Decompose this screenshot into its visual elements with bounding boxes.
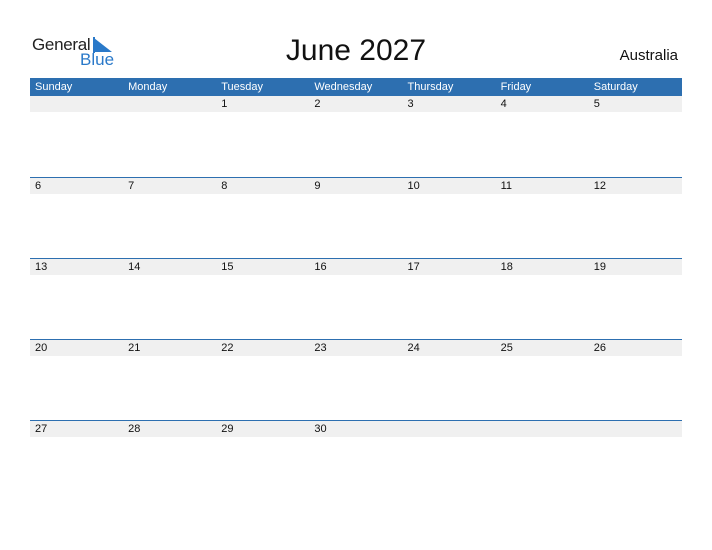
day-cell: 27 — [35, 423, 48, 435]
weekday-tuesday: Tuesday — [221, 81, 264, 93]
day-cell: 23 — [314, 342, 327, 354]
day-cell — [403, 421, 496, 437]
day-cell: 16 — [314, 261, 327, 273]
day-cell: 6 — [35, 180, 42, 192]
day-cell: 4 — [500, 98, 507, 110]
weekday-friday: Friday — [500, 81, 532, 93]
day-cell: 24 — [407, 342, 420, 354]
country-label: Australia — [619, 47, 678, 64]
day-cell: 8 — [221, 180, 228, 192]
day-cell: 12 — [593, 180, 606, 192]
day-cell: 9 — [314, 180, 321, 192]
day-cell: 5 — [593, 98, 600, 110]
week-row: 6 7 8 9 10 11 12 — [30, 177, 682, 194]
weekday-thursday: Thursday — [407, 81, 454, 93]
page-title: June 2027 — [285, 34, 427, 67]
day-cell: 7 — [128, 180, 135, 192]
day-cell: 25 — [500, 342, 513, 354]
week-row: 20 21 22 23 24 25 26 — [30, 339, 682, 356]
weekday-wednesday: Wednesday — [314, 81, 373, 93]
day-cell: 29 — [221, 423, 234, 435]
day-cell: 30 — [314, 423, 327, 435]
weekday-header: Sunday Monday Tuesday Wednesday Thursday… — [30, 78, 682, 96]
day-cell: 26 — [593, 342, 606, 354]
day-cell — [123, 96, 216, 112]
day-cell: 22 — [221, 342, 234, 354]
day-cell: 1 — [221, 98, 228, 110]
day-cell — [30, 96, 123, 112]
day-cell: 11 — [500, 180, 513, 192]
weekday-saturday: Saturday — [593, 81, 638, 93]
day-cell: 13 — [35, 261, 48, 273]
week-row: 1 2 3 4 5 — [30, 96, 682, 112]
day-cell: 20 — [35, 342, 48, 354]
day-cell: 10 — [407, 180, 420, 192]
day-cell: 18 — [500, 261, 513, 273]
day-cell: 2 — [314, 98, 321, 110]
weekday-sunday: Sunday — [35, 81, 73, 93]
week-row: 13 14 15 16 17 18 19 — [30, 258, 682, 275]
day-cell: 14 — [128, 261, 141, 273]
day-cell — [496, 421, 589, 437]
day-cell: 15 — [221, 261, 234, 273]
day-cell: 28 — [128, 423, 141, 435]
week-row: 27 28 29 30 — [30, 420, 682, 437]
day-cell: 3 — [407, 98, 414, 110]
day-cell: 19 — [593, 261, 606, 273]
day-cell: 21 — [128, 342, 141, 354]
weekday-monday: Monday — [128, 81, 168, 93]
day-cell — [589, 421, 682, 437]
day-cell: 17 — [407, 261, 420, 273]
